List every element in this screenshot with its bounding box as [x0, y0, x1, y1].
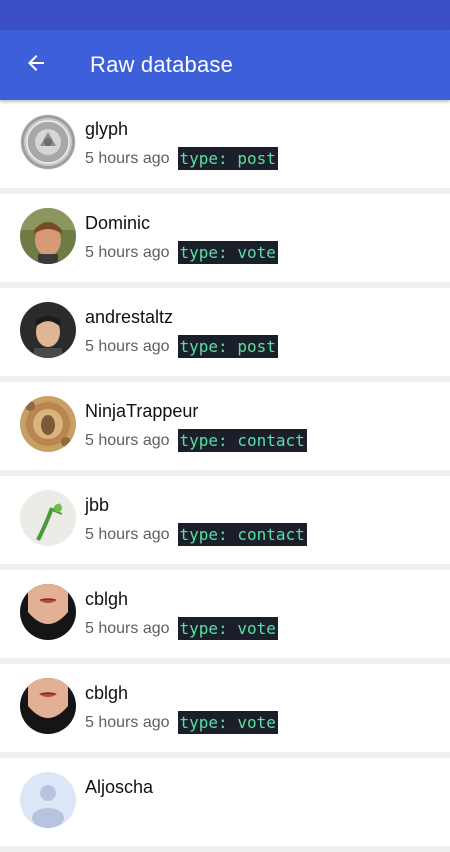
- type-badge: type: contact: [177, 429, 307, 452]
- list-item[interactable]: NinjaTrappeur 5 hours ago type: contact: [0, 382, 450, 476]
- author-name: andrestaltz: [85, 307, 174, 327]
- timestamp: 5 hours ago: [85, 337, 170, 355]
- list-item[interactable]: cblgh 5 hours ago type: vote: [0, 664, 450, 758]
- author-name: Dominic: [85, 213, 151, 233]
- type-badge: type: contact: [177, 523, 307, 546]
- type-badge: type: vote: [177, 617, 278, 640]
- message-meta: 5 hours ago type: post: [85, 335, 278, 358]
- author-name: glyph: [85, 119, 129, 139]
- timestamp: 5 hours ago: [85, 243, 170, 261]
- author-name: NinjaTrappeur: [85, 401, 199, 421]
- type-badge: type: post: [177, 147, 278, 170]
- list-item[interactable]: andrestaltz 5 hours ago type: post: [0, 288, 450, 382]
- message-meta: 5 hours ago type: post: [85, 147, 278, 170]
- author-name: cblgh: [85, 683, 129, 703]
- message-meta: 5 hours ago type: vote: [85, 711, 278, 734]
- avatar[interactable]: [20, 678, 76, 734]
- timestamp: 5 hours ago: [85, 431, 170, 449]
- timestamp: 5 hours ago: [85, 713, 170, 731]
- type-badge: type: post: [177, 335, 278, 358]
- message-list: glyph 5 hours ago type: post Dominic 5 h…: [0, 100, 450, 852]
- app-bar: Raw database: [0, 30, 450, 100]
- status-bar: [0, 0, 450, 30]
- message-meta: 5 hours ago type: contact: [85, 429, 307, 452]
- arrow-left-icon: [24, 51, 48, 80]
- message-meta: 5 hours ago type: contact: [85, 523, 307, 546]
- avatar[interactable]: [20, 772, 76, 828]
- avatar[interactable]: [20, 114, 76, 170]
- type-badge: type: vote: [177, 241, 278, 264]
- avatar[interactable]: [20, 490, 76, 546]
- back-button[interactable]: [18, 47, 54, 83]
- avatar[interactable]: [20, 396, 76, 452]
- avatar[interactable]: [20, 208, 76, 264]
- avatar[interactable]: [20, 302, 76, 358]
- avatar[interactable]: [20, 584, 76, 640]
- timestamp: 5 hours ago: [85, 619, 170, 637]
- message-meta: 5 hours ago type: vote: [85, 617, 278, 640]
- timestamp: 5 hours ago: [85, 525, 170, 543]
- list-item[interactable]: cblgh 5 hours ago type: vote: [0, 570, 450, 664]
- author-name: Aljoscha: [85, 777, 154, 797]
- timestamp: 5 hours ago: [85, 149, 170, 167]
- author-name: cblgh: [85, 589, 129, 609]
- list-item[interactable]: Dominic 5 hours ago type: vote: [0, 194, 450, 288]
- list-item[interactable]: glyph 5 hours ago type: post: [0, 100, 450, 194]
- message-meta: 5 hours ago type: vote: [85, 241, 278, 264]
- author-name: jbb: [85, 495, 110, 515]
- type-badge: type: vote: [177, 711, 278, 734]
- page-title: Raw database: [90, 52, 234, 77]
- list-item[interactable]: jbb 5 hours ago type: contact: [0, 476, 450, 570]
- list-item[interactable]: Aljoscha: [0, 758, 450, 852]
